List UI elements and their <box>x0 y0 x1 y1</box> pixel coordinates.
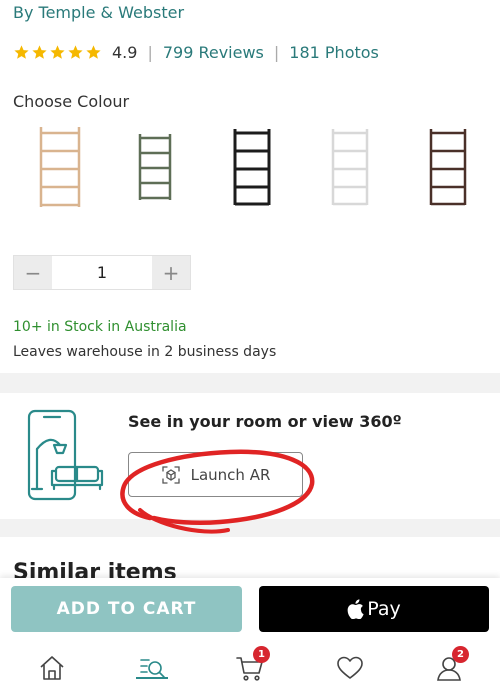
stock-status: 10+ in Stock in Australia <box>13 319 187 335</box>
account-badge: 2 <box>452 646 469 663</box>
nav-home[interactable] <box>30 646 74 690</box>
apple-pay-label: Pay <box>367 598 401 620</box>
home-icon <box>40 656 64 680</box>
launch-ar-label: Launch AR <box>190 465 271 484</box>
increment-button[interactable]: + <box>152 256 190 289</box>
star-icon <box>50 44 65 59</box>
ar-title: See in your room or view 360º <box>128 412 402 431</box>
apple-pay-button[interactable]: Pay <box>259 586 489 632</box>
ar-section: See in your room or view 360º Launch AR <box>0 393 500 519</box>
swatch-white[interactable] <box>320 122 380 212</box>
swatch-black[interactable] <box>222 122 282 212</box>
nav-cart[interactable]: 1 <box>228 646 272 690</box>
swatch-walnut[interactable] <box>418 122 478 212</box>
star-icon <box>14 44 29 59</box>
colour-swatches <box>0 122 500 212</box>
star-icon <box>86 44 101 59</box>
shelf-icon <box>138 134 172 200</box>
nav-wishlist[interactable] <box>328 646 372 690</box>
star-icon <box>68 44 83 59</box>
section-divider <box>0 519 500 537</box>
swatch-olive[interactable] <box>125 122 185 212</box>
shelf-icon <box>429 129 467 206</box>
brand-link[interactable]: By Temple & Webster <box>13 3 184 22</box>
divider: | <box>273 42 280 62</box>
reviews-link[interactable]: 799 Reviews <box>163 43 264 62</box>
active-tab-indicator <box>136 677 168 679</box>
choose-colour-title: Choose Colour <box>13 92 130 111</box>
shelf-icon <box>331 129 369 206</box>
star-icon <box>32 44 47 59</box>
bottom-nav: 1 2 <box>0 640 500 700</box>
phone-ar-illustration-icon <box>27 409 104 501</box>
photos-link[interactable]: 181 Photos <box>289 43 379 62</box>
quantity-value[interactable]: 1 <box>52 256 152 289</box>
shelf-icon <box>233 129 271 206</box>
quantity-stepper: − 1 + <box>13 255 191 290</box>
rating-row: 4.9 | 799 Reviews | 181 Photos <box>13 40 379 64</box>
rating-value: 4.9 <box>112 42 138 62</box>
swatch-natural[interactable] <box>30 122 90 212</box>
cta-bar: ADD TO CART Pay <box>0 578 500 640</box>
divider: | <box>147 42 153 62</box>
decrement-button[interactable]: − <box>14 256 52 289</box>
ar-cube-icon <box>161 465 180 484</box>
nav-search[interactable] <box>130 646 174 690</box>
apple-icon <box>347 599 364 619</box>
launch-ar-button[interactable]: Launch AR <box>128 452 303 497</box>
add-to-cart-button[interactable]: ADD TO CART <box>11 586 242 632</box>
shelf-icon <box>39 127 81 207</box>
rating-stars <box>13 44 102 61</box>
shipping-info: Leaves warehouse in 2 business days <box>13 344 277 360</box>
section-divider <box>0 373 500 393</box>
nav-account[interactable]: 2 <box>427 646 471 690</box>
cart-badge: 1 <box>253 646 270 663</box>
heart-icon <box>337 656 363 679</box>
